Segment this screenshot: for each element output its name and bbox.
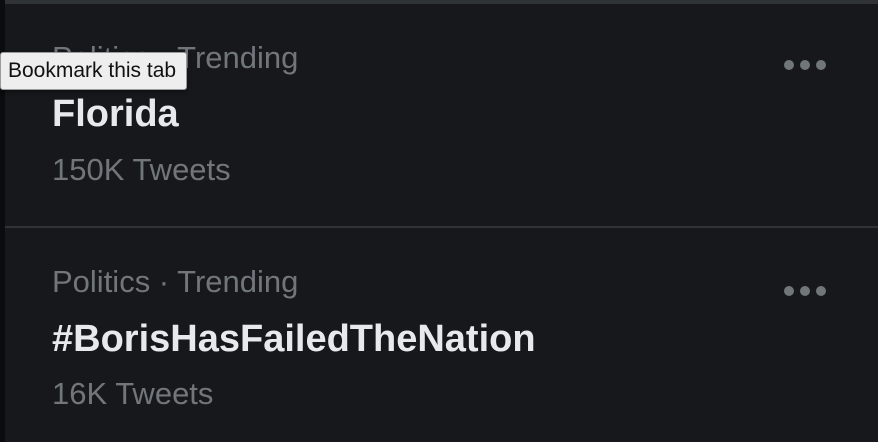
trend-context: Politics · Trending [52, 264, 299, 299]
more-horizontal-icon [784, 286, 794, 296]
trend-item[interactable]: Politics · Trending Florida 150K Tweets [5, 4, 878, 226]
trend-topic: #BorisHasFailedTheNation [52, 318, 536, 360]
more-horizontal-icon [800, 60, 810, 70]
more-horizontal-icon [784, 60, 794, 70]
trend-tweet-count: 16K Tweets [52, 376, 214, 411]
more-options-button[interactable] [784, 58, 828, 72]
trend-item[interactable]: Politics · Trending #BorisHasFailedTheNa… [5, 228, 878, 442]
more-horizontal-icon [816, 60, 826, 70]
bookmark-tooltip: Bookmark this tab [0, 52, 188, 90]
trend-topic: Florida [52, 93, 179, 135]
trend-tweet-count: 150K Tweets [52, 152, 231, 187]
more-horizontal-icon [816, 286, 826, 296]
more-options-button[interactable] [784, 284, 828, 298]
more-horizontal-icon [800, 286, 810, 296]
trends-panel: Politics · Trending Florida 150K Tweets … [0, 0, 878, 442]
